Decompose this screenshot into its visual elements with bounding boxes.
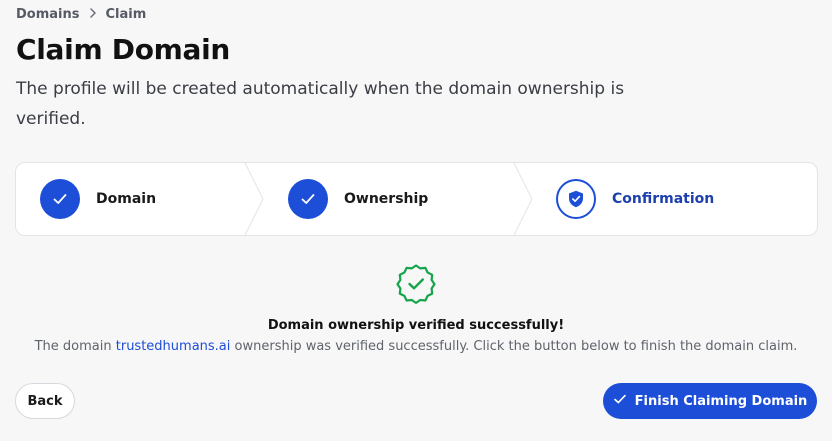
back-button[interactable]: Back	[15, 383, 75, 419]
step-label-domain: Domain	[96, 191, 157, 207]
finish-button-label: Finish Claiming Domain	[634, 393, 808, 409]
step-divider-icon	[244, 163, 264, 235]
finish-claiming-domain-button[interactable]: Finish Claiming Domain	[603, 383, 817, 419]
step-ownership: Ownership	[288, 163, 428, 235]
back-button-label: Back	[27, 393, 63, 409]
domain-link[interactable]: trustedhumans.ai	[116, 339, 231, 354]
page-subtitle: The profile will be created automaticall…	[16, 79, 625, 129]
page-title: Claim Domain	[16, 33, 231, 66]
success-title: Domain ownership verified successfully!	[267, 318, 565, 333]
verified-badge-icon	[396, 264, 436, 304]
check-icon	[288, 179, 328, 219]
shield-check-icon	[556, 179, 596, 219]
success-desc-prefix: The domain	[34, 339, 116, 354]
step-confirmation: Confirmation	[556, 163, 714, 235]
check-icon	[613, 392, 627, 410]
success-description: The domain trustedhumans.ai ownership wa…	[35, 339, 798, 354]
step-label-ownership: Ownership	[344, 191, 429, 207]
step-domain: Domain	[40, 163, 156, 235]
check-icon	[40, 179, 80, 219]
step-divider-icon	[513, 163, 533, 235]
progress-stepper: Domain Ownership Confirmation	[15, 162, 818, 236]
success-desc-suffix: ownership was verified successfully. Cli…	[230, 339, 798, 354]
breadcrumb-item-domains[interactable]: Domains	[16, 7, 80, 22]
breadcrumb-item-claim: Claim	[105, 6, 147, 22]
breadcrumb: Domains Claim	[16, 5, 146, 23]
success-message: Domain ownership verified successfully! …	[0, 262, 832, 354]
chevron-right-icon	[89, 7, 97, 21]
step-label-confirmation: Confirmation	[612, 191, 715, 207]
